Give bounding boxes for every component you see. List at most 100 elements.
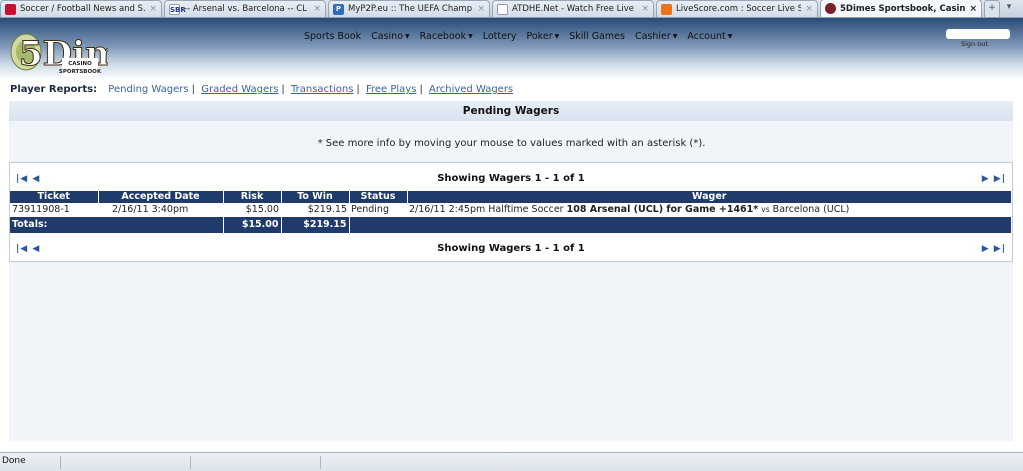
wagers-table: Ticket Accepted Date Risk To Win Status … <box>10 191 1012 233</box>
pager-next-last: ▶ ▶| <box>982 241 1006 257</box>
browser-tab-myp2p[interactable]: P MyP2P.eu :: The UEFA Champ... × <box>328 0 490 17</box>
pager-text: Showing Wagers 1 - 1 of 1 <box>437 243 585 254</box>
pager-next-last: ▶ ▶| <box>982 171 1006 187</box>
prev-page-icon[interactable]: ◀ <box>32 174 40 184</box>
separator: | <box>191 84 196 95</box>
close-icon[interactable]: × <box>805 4 813 14</box>
wager-selection[interactable]: 108 Arsenal (UCL) for Game +1461* <box>567 204 759 215</box>
5dimes-icon <box>825 3 836 14</box>
signout-link[interactable]: Sign out <box>961 40 988 48</box>
player-reports-label: Player Reports: <box>10 84 98 95</box>
nav-account[interactable]: Account ▼ <box>687 31 732 42</box>
last-page-icon[interactable]: ▶| <box>994 174 1006 184</box>
link-free-plays[interactable]: Free Plays <box>366 84 416 95</box>
top-nav: Sports Book Casino ▼ Racebook ▼ Lottery Po… <box>304 31 732 42</box>
link-graded-wagers[interactable]: Graded Wagers <box>201 84 278 95</box>
nav-sportsbook[interactable]: Sports Book <box>304 31 361 42</box>
caret-down-icon: ▼ <box>727 33 733 40</box>
tab-title: Soccer / Football News and S... <box>20 4 146 14</box>
first-page-icon[interactable]: |◀ <box>16 174 28 184</box>
browser-tab-espn[interactable]: Soccer / Football News and S... × <box>0 0 162 17</box>
caret-down-icon: ▼ <box>554 33 560 40</box>
redacted-username <box>946 29 1010 39</box>
site-header: 5Dimes CASINO SPORTSBOOK Sports Book Cas… <box>0 18 1023 80</box>
browser-status-bar: Done <box>0 452 1023 471</box>
link-transactions[interactable]: Transactions <box>291 84 353 95</box>
cell-ticket: 73911908-1 <box>12 204 70 215</box>
livescore-icon <box>661 3 672 15</box>
browser-tab-strip: Soccer / Football News and S... × SBR --… <box>0 0 1023 18</box>
tab-title: LiveScore.com : Soccer Live S... <box>676 4 802 14</box>
col-ticket: Ticket <box>10 191 99 203</box>
totals-to-win: $219.15 <box>281 217 350 233</box>
totals-label: Totals: <box>10 217 224 233</box>
page-title: Pending Wagers <box>9 101 1013 121</box>
pager-top: |◀ ◀ Showing Wagers 1 - 1 of 1 ▶ ▶| <box>10 171 1012 187</box>
close-icon[interactable]: × <box>149 4 157 14</box>
col-to-win: To Win <box>281 191 350 203</box>
tab-title: 5Dimes Sportsbook, Casino, ... <box>840 3 966 14</box>
nav-lottery[interactable]: Lottery <box>483 31 517 42</box>
nav-casino[interactable]: Casino ▼ <box>371 31 410 42</box>
browser-tab-atdhe[interactable]: ATDHE.Net - Watch Free Live ... × <box>492 0 654 17</box>
player-reports-nav: Player Reports: Pending Wagers | Graded W… <box>10 84 513 95</box>
separator: | <box>356 84 360 95</box>
tab-list-icon[interactable]: ▾ <box>1002 0 1016 17</box>
svg-text:SPORTSBOOK: SPORTSBOOK <box>59 69 102 75</box>
first-page-icon[interactable]: |◀ <box>16 244 28 254</box>
status-text: Done <box>2 456 26 466</box>
cell-status: Pending <box>351 204 389 215</box>
nav-cashier[interactable]: Cashier ▼ <box>635 31 677 42</box>
5dimes-logo[interactable]: 5Dimes CASINO SPORTSBOOK <box>6 20 108 80</box>
col-risk: Risk <box>223 191 282 203</box>
browser-tab-sbr[interactable]: SBR -- Arsenal vs. Barcelona -- CL ... × <box>164 0 326 17</box>
cell-accepted-date: 2/16/11 3:40pm <box>112 204 189 215</box>
tab-title: -- Arsenal vs. Barcelona -- CL ... <box>184 4 310 14</box>
page-icon <box>497 3 508 15</box>
browser-tab-5dimes[interactable]: 5Dimes Sportsbook, Casino, ... × <box>820 0 982 17</box>
last-page-icon[interactable]: ▶| <box>994 244 1006 254</box>
caret-down-icon: ▼ <box>405 33 410 40</box>
prev-page-icon[interactable]: ◀ <box>32 244 40 254</box>
link-archived-wagers[interactable]: Archived Wagers <box>429 84 513 95</box>
browser-tab-livescore[interactable]: LiveScore.com : Soccer Live S... × <box>656 0 818 17</box>
col-accepted-date: Accepted Date <box>98 191 224 203</box>
wager-vs: vs <box>761 205 770 214</box>
pager-bottom: |◀ ◀ Showing Wagers 1 - 1 of 1 ▶ ▶| <box>10 241 1012 257</box>
separator: | <box>419 84 423 95</box>
table-row: 73911908-1 2/16/11 3:40pm $15.00 $219.15… <box>10 203 1012 217</box>
next-page-icon[interactable]: ▶ <box>982 244 990 254</box>
close-icon[interactable]: × <box>313 4 321 14</box>
cell-to-win: $219.15 <box>307 204 347 215</box>
cell-risk: $15.00 <box>245 204 279 215</box>
status-divider <box>60 456 61 469</box>
totals-empty <box>349 217 1012 233</box>
cell-wager: 2/16/11 2:45pm Halftime Soccer 108 Arsen… <box>407 203 1012 217</box>
col-status: Status <box>349 191 408 203</box>
col-wager: Wager <box>407 191 1012 203</box>
new-tab-button[interactable]: + <box>984 0 1000 17</box>
info-note: * See more info by moving your mouse to … <box>317 138 706 149</box>
sbr-icon: SBR <box>169 3 186 15</box>
close-icon[interactable]: × <box>641 4 649 14</box>
totals-row: Totals: $15.00 $219.15 <box>10 217 1012 233</box>
wagers-panel: |◀ ◀ Showing Wagers 1 - 1 of 1 ▶ ▶| Tick… <box>9 162 1013 262</box>
close-icon[interactable]: × <box>477 4 485 14</box>
pager-first-prev: |◀ ◀ <box>16 241 40 257</box>
caret-down-icon: ▼ <box>672 33 678 40</box>
link-pending-wagers[interactable]: Pending Wagers <box>108 84 188 95</box>
next-page-icon[interactable]: ▶ <box>982 174 990 184</box>
status-divider <box>320 456 321 469</box>
tab-title: MyP2P.eu :: The UEFA Champ... <box>348 4 474 14</box>
close-icon[interactable]: × <box>969 4 977 14</box>
nav-poker[interactable]: Poker ▼ <box>526 31 559 42</box>
separator: | <box>281 84 285 95</box>
caret-down-icon: ▼ <box>468 33 473 40</box>
tab-title: ATDHE.Net - Watch Free Live ... <box>512 4 638 14</box>
espn-icon <box>5 3 16 15</box>
p2p-icon: P <box>333 3 344 15</box>
pager-first-prev: |◀ ◀ <box>16 171 40 187</box>
wager-opponent: Barcelona (UCL) <box>772 204 850 215</box>
nav-skill-games[interactable]: Skill Games <box>569 31 625 42</box>
nav-racebook[interactable]: Racebook ▼ <box>420 31 473 42</box>
